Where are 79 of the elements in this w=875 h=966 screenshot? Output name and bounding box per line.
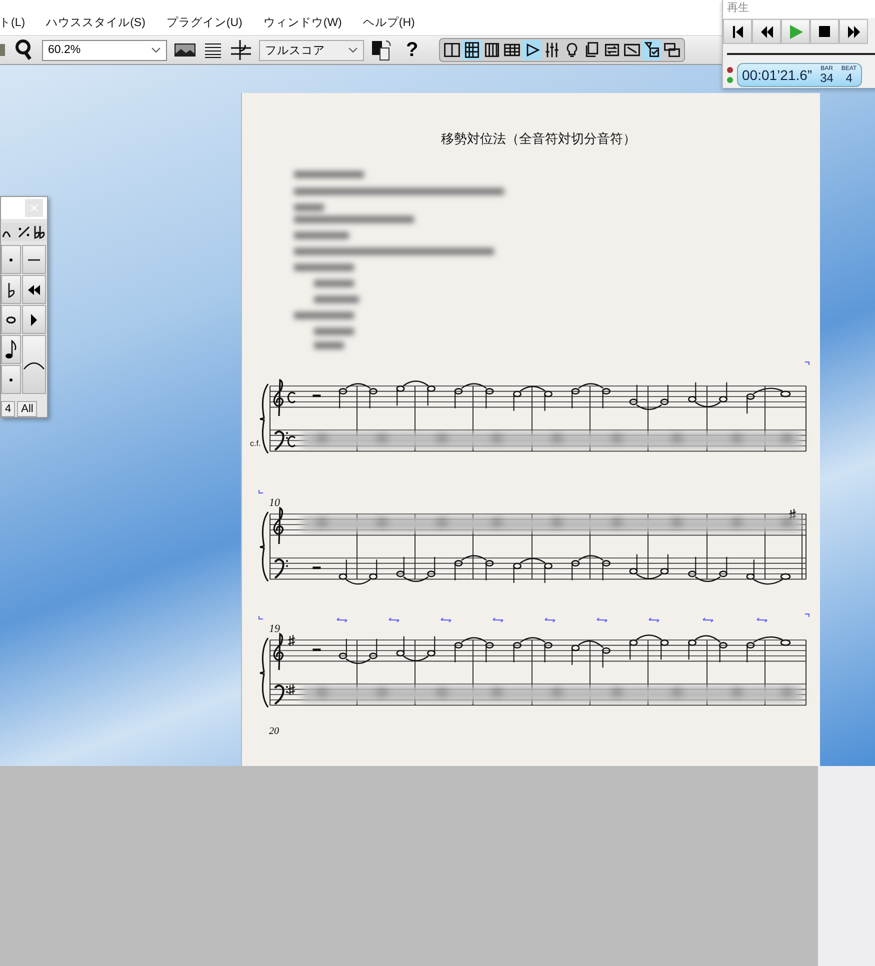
fast-forward-button[interactable] [839,19,868,44]
eighth-note-button[interactable] [1,335,21,364]
toolbar-toggle-button[interactable] [462,40,482,60]
arrow-marker-icon [336,618,348,622]
measure-number: 10 [269,497,280,509]
menu-item[interactable]: ト(L) [0,15,26,30]
landscape-icon[interactable] [174,42,196,58]
measure-number: 19 [269,623,280,635]
dash-icon [27,258,41,262]
rewind-button[interactable] [752,19,781,44]
flat-icon [6,282,16,298]
caret-icon [151,47,161,53]
arrow-marker-icon [756,618,768,622]
eighth-note-icon [5,340,17,360]
fast-forward-icon [846,26,860,38]
table-icon [503,41,522,59]
toolbar-toggle-button[interactable] [442,40,462,60]
skip-start-icon [732,26,744,38]
zoom-field[interactable]: 60.2% [42,40,167,60]
view-select[interactable]: フルスコア [259,40,364,60]
status-lights-icon [726,66,734,84]
measure-number: 20 [269,726,280,737]
toolbar-toggle-button[interactable] [522,40,542,60]
menu-item[interactable]: ヘルプ(H) [362,15,415,30]
dot-button[interactable] [1,365,21,394]
staff-label: c.f. [250,439,261,448]
help-button[interactable]: ? [400,38,424,62]
mixer-icon [543,41,562,59]
piano-keys-icon [483,41,502,59]
arrow-marker-icon [544,618,556,622]
dot-icon [8,256,14,262]
toolbar-toggle-button[interactable] [642,40,662,60]
repeat-sign-icon[interactable] [16,225,31,239]
skip-start-button[interactable] [723,19,752,44]
arrow-marker-icon [388,618,400,622]
score-title: 移勢対位法（全音符対切分音符） [440,130,637,148]
double-flat-icon[interactable] [32,225,46,239]
layout-marker-icon [804,614,810,618]
swap-arrows-icon [603,41,622,59]
rewind-button[interactable] [22,275,46,304]
menu-item[interactable]: プラグイン(U) [166,15,242,30]
palette-button[interactable]: All [17,401,38,417]
slur-button[interactable] [22,335,46,394]
note-head-button[interactable] [1,305,21,334]
arrow-marker-icon [492,618,504,622]
arc-icon [23,360,45,370]
rewind-icon [760,26,774,38]
layout-marker-icon [804,362,810,366]
arrow-marker-icon [648,618,660,622]
menu-item[interactable]: ハウススタイル(S) [46,15,146,30]
bar-readout: 34 [820,72,834,84]
stop-button[interactable] [810,19,839,44]
layout-marker-icon [258,616,264,620]
arrow-marker-icon [596,618,608,622]
forward-button[interactable] [22,305,46,334]
arrow-marker-icon [702,618,714,622]
flat-button[interactable] [1,275,21,304]
staff-tool-icon[interactable] [230,39,252,61]
caret-icon [348,47,358,53]
rewind-icon [27,284,41,294]
arrow-marker-icon [440,618,452,622]
document-swap-icon[interactable] [371,39,393,61]
windows-icon [663,41,682,59]
time-readout: 00:01’21.6” [742,67,812,83]
lines-icon[interactable] [203,42,223,58]
dot-icon [8,376,14,382]
layout-marker-icon [258,490,264,494]
toolbar-toggle-button[interactable] [662,40,682,60]
grid-icon [463,41,482,59]
page-view-icon [443,41,462,59]
beat-readout: 4 [846,72,852,84]
play-icon [788,24,802,38]
palette-button[interactable]: 4 [1,401,16,417]
window-title: 再生 [723,0,875,18]
stop-icon [819,26,830,37]
menu-item[interactable]: ウィンドウ(W) [263,15,342,30]
note-head-icon [6,316,16,324]
triangle-right-icon [30,314,38,326]
checkbox-icon [643,41,662,59]
